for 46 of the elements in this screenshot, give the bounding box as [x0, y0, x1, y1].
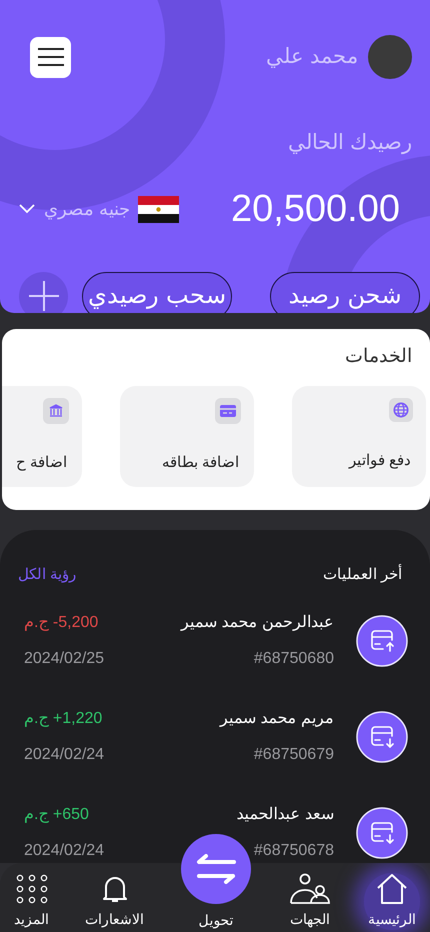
transaction-id: #68750680 [254, 648, 334, 668]
service-label: اضافة ح [16, 452, 67, 473]
transaction-id: #68750679 [254, 744, 334, 764]
transaction-date: 2024/02/24 [24, 840, 104, 860]
plus-icon [28, 280, 60, 312]
balance-label: رصيدك الحالي [287, 130, 412, 156]
service-label: اضافة بطاقه [162, 452, 239, 472]
home-icon [375, 872, 409, 904]
bank-icon [43, 398, 69, 424]
upload-receipt-icon [356, 614, 408, 666]
currency-label: جنيه مصري [44, 198, 130, 222]
nav-tab[interactable]: الرئيسية [364, 872, 420, 930]
card-icon [215, 398, 241, 424]
add-button[interactable] [19, 272, 68, 313]
service-tile[interactable]: اضافة ح [2, 386, 82, 486]
contact-name: مريم محمد سمير [220, 708, 334, 729]
swap-arrows-icon [194, 854, 238, 884]
transaction-date: 2024/02/24 [24, 744, 104, 764]
menu-icon [36, 46, 64, 68]
download-receipt-icon [356, 806, 408, 858]
chevron-down-icon[interactable] [18, 203, 36, 215]
contact-name: عبدالرحمن محمد سمير [181, 612, 334, 633]
menu-button[interactable] [30, 36, 71, 78]
transaction-id: #68750678 [254, 840, 334, 860]
user-name: محمد علي [266, 44, 358, 70]
service-tile[interactable]: دفع فواتير [292, 386, 426, 486]
view-all-link[interactable]: رؤية الكل [18, 564, 76, 586]
flag-icon [138, 196, 180, 222]
services-title: الخدمات [344, 345, 412, 369]
nav-tab[interactable]: الجهات [284, 872, 336, 930]
people-icon [288, 872, 332, 904]
nav-tab[interactable]: الاشعارات [81, 872, 148, 930]
service-tile[interactable]: اضافة بطاقه [120, 386, 254, 486]
nav-label: تحويل [198, 910, 234, 930]
avatar[interactable] [368, 35, 412, 79]
nav-tab[interactable]: المزيد [10, 872, 53, 930]
dots-grid-icon [14, 872, 48, 904]
service-label: دفع فواتير [348, 450, 411, 471]
transaction-date: 2024/02/25 [24, 648, 104, 668]
globe-icon [389, 398, 413, 422]
balance-amount: 20,500.00 [230, 186, 400, 232]
action-button[interactable]: شحن رصيد [270, 272, 420, 313]
download-receipt-icon [356, 710, 408, 762]
contact-name: سعد عبدالحميد [236, 804, 334, 824]
transactions-title: أخر العمليات [322, 564, 402, 585]
action-button[interactable]: سحب رصيدي [82, 272, 232, 313]
